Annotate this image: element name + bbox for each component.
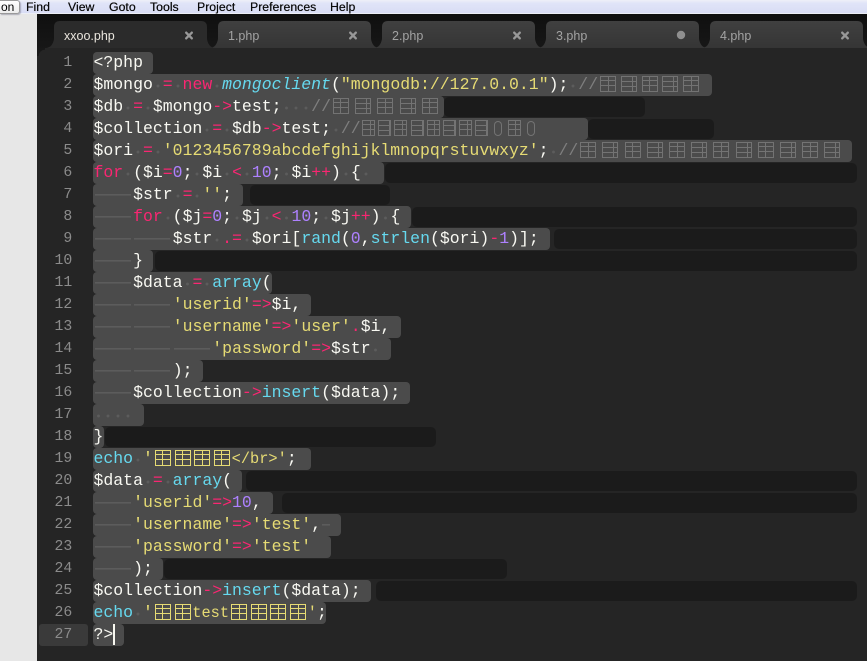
svg-text:3.php: 3.php <box>556 29 587 43</box>
svg-text:1.php: 1.php <box>228 29 259 43</box>
svg-text:xxoo.php: xxoo.php <box>64 29 115 43</box>
svg-text:2.php: 2.php <box>392 29 423 43</box>
svg-text:4.php: 4.php <box>720 29 751 43</box>
